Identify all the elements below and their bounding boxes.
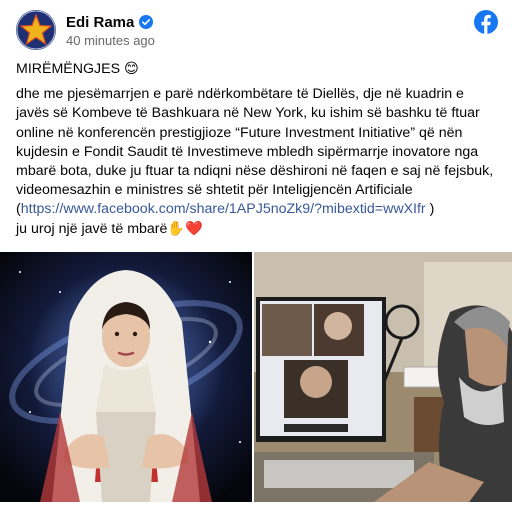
shared-video-link[interactable]: https://www.facebook.com/share/1APJ5noZk…: [21, 201, 426, 217]
photo-video-call[interactable]: [254, 252, 512, 502]
author-name[interactable]: Edi Rama: [66, 14, 134, 31]
post-paragraph: dhe me pjesëmarrjen e parë ndërkombëtare…: [16, 85, 496, 239]
author-line: Edi Rama: [66, 13, 154, 31]
post-timestamp[interactable]: 40 minutes ago: [66, 33, 155, 48]
verified-badge-icon: [139, 15, 154, 29]
post-body-text: dhe me pjesëmarrjen e parë ndërkombëtare…: [16, 86, 494, 218]
author-avatar[interactable]: [16, 10, 56, 50]
photo-diella-avatar[interactable]: [0, 252, 252, 502]
ai-presenter-image: [0, 252, 252, 502]
star-icon: [16, 10, 56, 50]
post-body-tail: ): [425, 201, 435, 218]
facebook-icon[interactable]: [474, 10, 498, 34]
video-call-scene-image: [254, 252, 512, 502]
post-header: Edi Rama 40 minutes ago: [16, 10, 498, 50]
post-media: [0, 252, 512, 502]
post-greeting: MIRËMËNGJES 😊: [16, 61, 139, 77]
post-text: MIRËMËNGJES 😊 dhe me pjesëmarrjen e parë…: [16, 60, 496, 239]
post-closing: ju uroj një javë të mbarë✋: [16, 220, 186, 237]
heart-emoji: ❤️: [185, 220, 203, 237]
facebook-post: Edi Rama 40 minutes ago MIRËMËNGJES 😊 dh…: [0, 0, 512, 506]
